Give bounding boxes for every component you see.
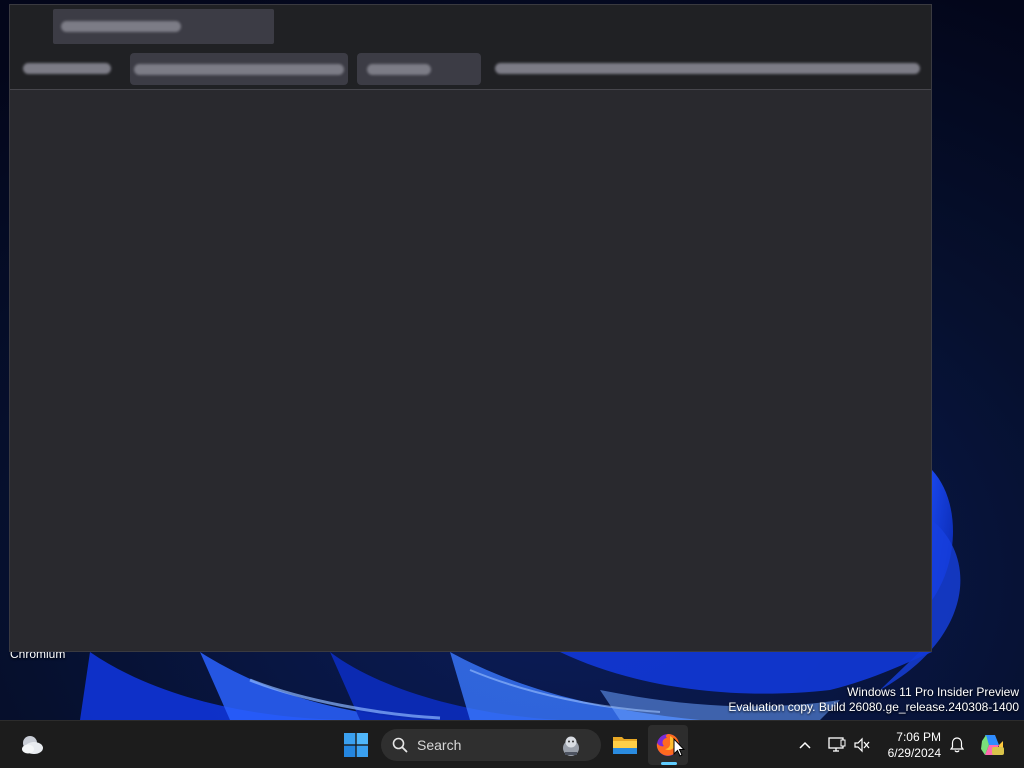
- toolbar-skeleton-2: [134, 64, 344, 75]
- search-label: Search: [417, 737, 462, 753]
- tray-overflow-button[interactable]: [795, 733, 815, 757]
- toolbar-skeleton-box-1: [130, 53, 348, 85]
- toolbar-skeleton-box-2: [357, 53, 481, 85]
- tray-overflow-icon: [799, 741, 811, 749]
- tab-title-skeleton: [61, 21, 181, 32]
- network-button[interactable]: [826, 733, 848, 757]
- file-explorer-icon: [613, 737, 637, 754]
- start-button[interactable]: [340, 729, 372, 761]
- copilot-icon: [981, 735, 1004, 755]
- clock-time: 7:06 PM: [896, 730, 941, 744]
- volume-button[interactable]: [851, 733, 873, 757]
- watermark-line-2: Evaluation copy. Build 26080.ge_release.…: [728, 700, 1019, 714]
- weather-icon[interactable]: [18, 731, 46, 759]
- firefox-active-indicator: [661, 762, 677, 765]
- watermark-line-1: Windows 11 Pro Insider Preview: [847, 685, 1019, 699]
- mouse-cursor-icon: [673, 738, 685, 757]
- browser-titlebar[interactable]: [10, 5, 931, 47]
- notification-bell-icon: [950, 737, 964, 753]
- clock-date: 6/29/2024: [887, 746, 941, 760]
- browser-toolbar: [10, 47, 931, 90]
- toolbar-skeleton-1: [23, 63, 111, 74]
- taskbar-search-box[interactable]: Search: [381, 729, 601, 761]
- notification-button[interactable]: [946, 733, 968, 757]
- tab-placeholder[interactable]: [53, 9, 274, 44]
- file-explorer-button[interactable]: [609, 729, 641, 761]
- volume-muted-icon: [854, 737, 870, 753]
- windows-watermark: Windows 11 Pro Insider Preview Evaluatio…: [728, 685, 1019, 715]
- search-highlight-icon: [563, 736, 579, 756]
- network-icon: [828, 737, 846, 752]
- start-icon: [344, 733, 368, 757]
- system-clock[interactable]: 7:06 PM 6/29/2024: [888, 729, 941, 761]
- browser-window[interactable]: [9, 4, 932, 652]
- copilot-button[interactable]: [978, 731, 1006, 759]
- taskbar: Search 7:06 PM 6/29/2024: [0, 720, 1024, 768]
- toolbar-skeleton-3: [367, 64, 431, 75]
- address-bar-skeleton: [495, 63, 920, 74]
- search-icon: [392, 737, 408, 753]
